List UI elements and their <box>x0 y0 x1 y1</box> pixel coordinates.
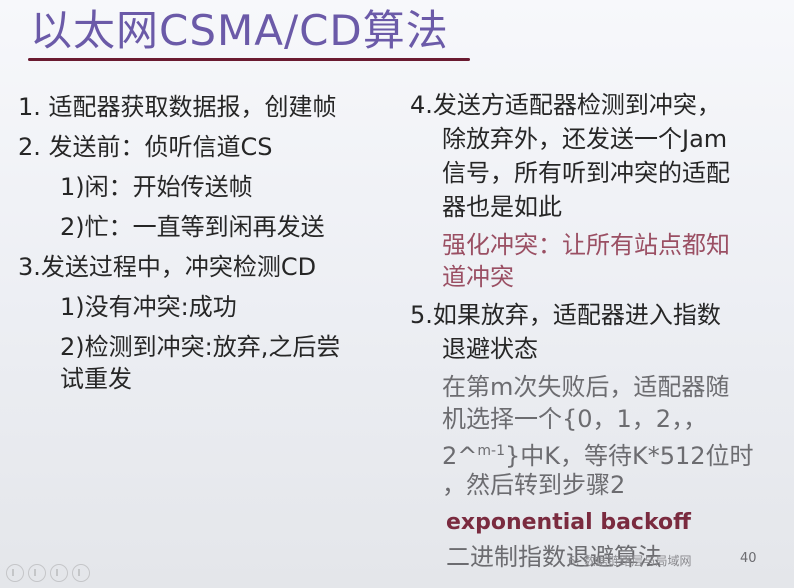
menu-icon[interactable] <box>72 564 90 582</box>
power-rest: }中K，等待K*512位时 <box>505 442 754 470</box>
step-4-line2: 除放弃外，还发送一个Jam <box>442 125 728 153</box>
slide: 以太网CSMA/CD算法 1. 适配器获取数据报，创建帧 2. 发送前：侦听信道… <box>0 0 794 588</box>
slide-title: 以太网CSMA/CD算法 <box>30 6 449 55</box>
step-3: 3.发送过程中，冲突检测CD <box>18 253 317 281</box>
step-5-note-line1: 在第m次失败后，适配器随 <box>442 373 730 401</box>
step-2: 2. 发送前：侦听信道CS <box>18 133 273 161</box>
power-base: 2^ <box>442 442 478 470</box>
step-4-note-line1: 强化冲突：让所有站点都知 <box>442 231 730 259</box>
step-2-idle: 1)闲：开始传送帧 <box>60 173 253 201</box>
step-1: 1. 适配器获取数据报，创建帧 <box>18 93 337 121</box>
step-4-line1: 4.发送方适配器检测到冲突， <box>410 91 721 119</box>
step-3-collision-line2: 试重发 <box>60 365 132 393</box>
step-4-line4: 器也是如此 <box>442 193 562 221</box>
step-4-line3: 信号，所有听到冲突的适配 <box>442 159 730 187</box>
step-5-line2: 退避状态 <box>442 335 538 363</box>
footer-chapter: 6: 数据链路层与局域网 <box>568 554 692 568</box>
next-slide-icon[interactable] <box>28 564 46 582</box>
prev-slide-icon[interactable] <box>6 564 24 582</box>
step-2-busy: 2)忙：一直等到闲再发送 <box>60 213 325 241</box>
pen-tool-icon[interactable] <box>50 564 68 582</box>
step-4-note-line2: 道冲突 <box>442 263 514 291</box>
step-5-note-line4: ，然后转到步骤2 <box>442 471 626 499</box>
step-5-note-line2: 机选择一个{0，1，2，， <box>442 405 708 433</box>
power-exponent: m-1 <box>477 443 505 459</box>
title-underline <box>28 58 470 61</box>
step-3-collision-line1: 2)检测到冲突:放弃,之后尝 <box>60 333 341 361</box>
page-number: 40 <box>740 551 757 566</box>
slide-nav-controls[interactable] <box>6 564 90 582</box>
step-5-line1: 5.如果放弃，适配器进入指数 <box>410 301 721 329</box>
exponential-backoff-en: exponential backoff <box>446 510 691 535</box>
step-3-no-collision: 1)没有冲突:成功 <box>60 293 237 321</box>
